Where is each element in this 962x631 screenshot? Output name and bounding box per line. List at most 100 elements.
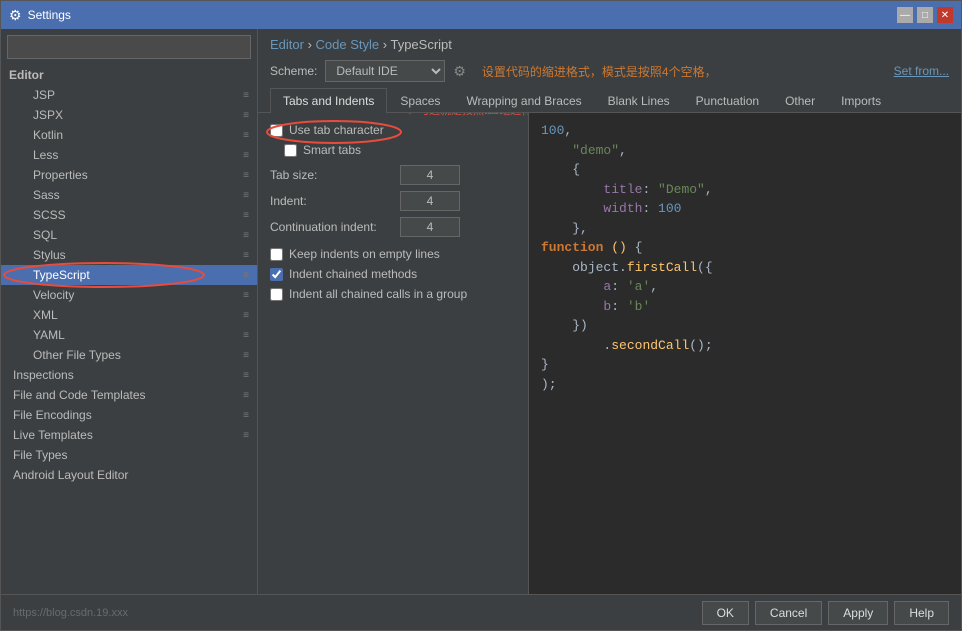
minimize-button[interactable]: —: [897, 7, 913, 23]
indent-input[interactable]: [400, 191, 460, 211]
tab-spaces[interactable]: Spaces: [387, 88, 453, 113]
code-line-4: title: "Demo",: [541, 180, 949, 200]
indent-all-row: Indent all chained calls in a group: [270, 287, 516, 301]
indent-chained-row: Indent chained methods: [270, 267, 516, 281]
sidebar-item-android[interactable]: Android Layout Editor: [1, 465, 257, 485]
watermark: https://blog.csdn.19.xxx: [13, 607, 128, 619]
indent-row: Indent:: [270, 191, 516, 211]
sidebar-item-jspx[interactable]: JSPX ≡: [1, 105, 257, 125]
sidebar-item-file-code-templates[interactable]: File and Code Templates ≡: [1, 385, 257, 405]
search-input[interactable]: [7, 35, 251, 59]
smart-tabs-row: Smart tabs: [270, 143, 516, 157]
continuation-input[interactable]: [400, 217, 460, 237]
settings-icon4: ≡: [243, 150, 249, 161]
sidebar-item-xml[interactable]: XML ≡: [1, 305, 257, 325]
sidebar-item-stylus[interactable]: Stylus ≡: [1, 245, 257, 265]
sidebar-item-file-types[interactable]: File Types: [1, 445, 257, 465]
scheme-label: Scheme:: [270, 64, 317, 78]
main-content: Editor JSP ≡ JSPX ≡ Kotlin ≡ Less ≡: [1, 29, 961, 594]
code-line-6: },: [541, 219, 949, 239]
tree-section-editor: Editor: [1, 65, 257, 85]
code-line-11: }): [541, 316, 949, 336]
indent-all-checkbox[interactable]: [270, 288, 283, 301]
continuation-label: Continuation indent:: [270, 220, 400, 234]
code-line-9: a: 'a',: [541, 277, 949, 297]
help-button[interactable]: Help: [894, 601, 949, 625]
sidebar-item-file-encodings[interactable]: File Encodings ≡: [1, 405, 257, 425]
sidebar-item-properties[interactable]: Properties ≡: [1, 165, 257, 185]
sidebar-item-inspections[interactable]: Inspections ≡: [1, 365, 257, 385]
sidebar-item-less[interactable]: Less ≡: [1, 145, 257, 165]
tab-wrapping[interactable]: Wrapping and Braces: [453, 88, 594, 113]
settings-icon15: ≡: [243, 370, 249, 381]
indent-chained-checkbox[interactable]: [270, 268, 283, 281]
main-header: Editor › Code Style › TypeScript: [258, 29, 961, 56]
breadcrumb: Editor › Code Style › TypeScript: [270, 37, 452, 52]
settings-icon7: ≡: [243, 210, 249, 221]
sidebar-item-typescript[interactable]: TypeScript ≡: [1, 265, 257, 285]
tab-size-label: Tab size:: [270, 168, 400, 182]
settings-icon8: ≡: [243, 230, 249, 241]
settings-icon16: ≡: [243, 390, 249, 401]
sidebar-item-kotlin[interactable]: Kotlin ≡: [1, 125, 257, 145]
tab-tabs-indents[interactable]: Tabs and Indents: [270, 88, 387, 113]
settings-icon5: ≡: [243, 170, 249, 181]
continuation-row: Continuation indent:: [270, 217, 516, 237]
indent-label: Indent:: [270, 194, 400, 208]
settings-icon13: ≡: [243, 330, 249, 341]
tab-blank-lines[interactable]: Blank Lines: [595, 88, 683, 113]
gear-icon[interactable]: ⚙: [453, 63, 466, 80]
settings-icon14: ≡: [243, 350, 249, 361]
code-preview: 100, "demo", { title: "Demo", width: 100…: [528, 113, 961, 594]
annotation-text: 勾选就是按照tab缩进符格式: [418, 113, 528, 118]
code-line-8: object.firstCall({: [541, 258, 949, 278]
set-from-link[interactable]: Set from...: [894, 64, 949, 78]
tabs-container: Tabs and Indents Spaces Wrapping and Bra…: [258, 88, 961, 113]
sidebar-item-jsp[interactable]: JSP ≡: [1, 85, 257, 105]
tab-imports[interactable]: Imports: [828, 88, 894, 113]
sidebar-item-yaml[interactable]: YAML ≡: [1, 325, 257, 345]
tab-size-row: Tab size:: [270, 165, 516, 185]
keep-empty-row: Keep indents on empty lines: [270, 247, 516, 261]
cancel-button[interactable]: Cancel: [755, 601, 822, 625]
tab-other[interactable]: Other: [772, 88, 828, 113]
sidebar-item-sql[interactable]: SQL ≡: [1, 225, 257, 245]
window-controls: — □ ✕: [897, 7, 953, 23]
scheme-select[interactable]: Default IDE: [325, 60, 445, 82]
apply-button[interactable]: Apply: [828, 601, 888, 625]
keep-empty-checkbox[interactable]: [270, 248, 283, 261]
settings-icon6: ≡: [243, 190, 249, 201]
window-icon: ⚙: [9, 7, 22, 24]
annotation-container: → 勾选就是按照tab缩进符格式: [398, 113, 528, 120]
settings-window: ⚙ Settings — □ ✕ Editor JSP ≡ JSPX ≡: [0, 0, 962, 631]
footer: https://blog.csdn.19.xxx OK Cancel Apply…: [1, 594, 961, 630]
code-line-12: .secondCall();: [541, 336, 949, 356]
window-title: Settings: [28, 8, 897, 22]
main-panel: Editor › Code Style › TypeScript Scheme:…: [258, 29, 961, 594]
scheme-row: Scheme: Default IDE ⚙ 设置代码的缩进格式，模式是按照4个空…: [258, 56, 961, 88]
use-tab-checkbox[interactable]: [270, 124, 283, 137]
settings-icon: ≡: [243, 90, 249, 101]
settings-icon18: ≡: [243, 430, 249, 441]
tab-size-input[interactable]: [400, 165, 460, 185]
code-line-1: 100,: [541, 121, 949, 141]
title-bar: ⚙ Settings — □ ✕: [1, 1, 961, 29]
settings-icon10: ≡: [243, 270, 249, 281]
close-button[interactable]: ✕: [937, 7, 953, 23]
sidebar-item-other-file-types[interactable]: Other File Types ≡: [1, 345, 257, 365]
indent-chained-label: Indent chained methods: [289, 267, 417, 281]
tab-punctuation[interactable]: Punctuation: [683, 88, 772, 113]
ok-button[interactable]: OK: [702, 601, 749, 625]
sidebar-item-velocity[interactable]: Velocity ≡: [1, 285, 257, 305]
arrow-icon: →: [398, 113, 416, 120]
sidebar-item-live-templates[interactable]: Live Templates ≡: [1, 425, 257, 445]
sidebar-item-scss[interactable]: SCSS ≡: [1, 205, 257, 225]
sidebar-item-sass[interactable]: Sass ≡: [1, 185, 257, 205]
breadcrumb-editor[interactable]: Editor: [270, 37, 304, 52]
smart-tabs-checkbox[interactable]: [284, 144, 297, 157]
breadcrumb-codestyle[interactable]: Code Style: [316, 37, 380, 52]
settings-icon3: ≡: [243, 130, 249, 141]
smart-tabs-label: Smart tabs: [303, 143, 361, 157]
scheme-hint: 设置代码的缩进格式，模式是按照4个空格，: [482, 63, 717, 80]
maximize-button[interactable]: □: [917, 7, 933, 23]
